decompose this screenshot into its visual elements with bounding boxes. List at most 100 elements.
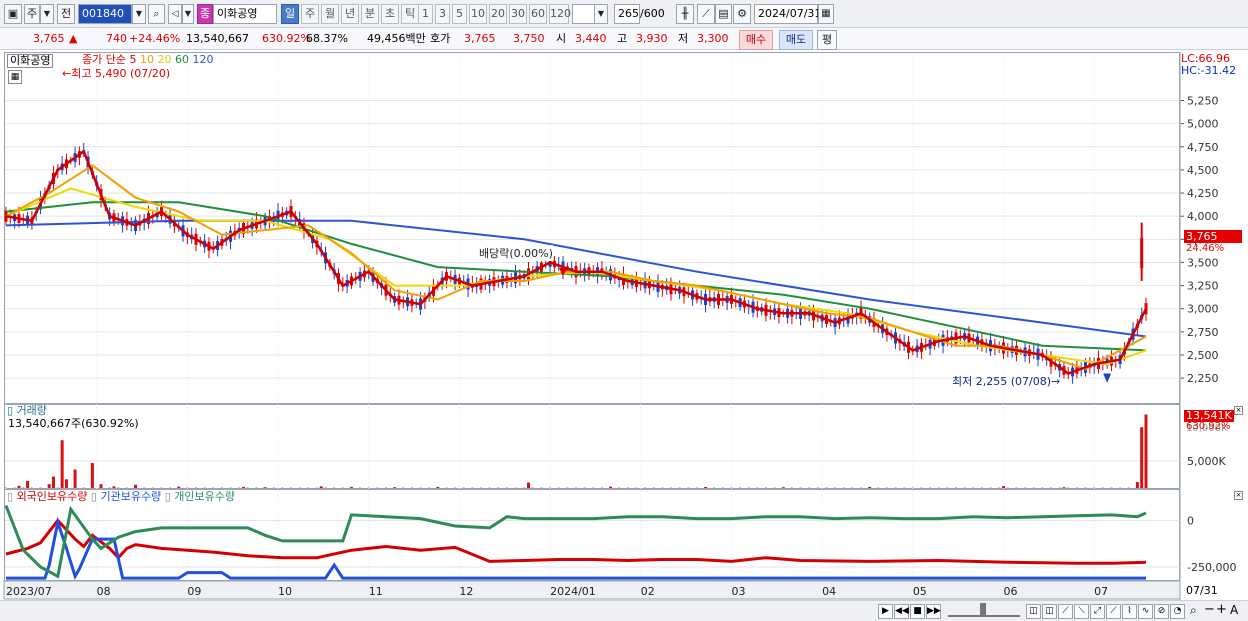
price-panel-name: 이화공영 — [7, 54, 54, 68]
hc-value: HC:-31.42 — [1181, 64, 1237, 77]
volume-bar — [52, 476, 55, 488]
holding-line-2 — [4, 505, 1147, 579]
volume-bar — [17, 485, 21, 488]
table-toggle-icon[interactable]: ▦ — [8, 70, 22, 84]
ma-120-label: 120 — [192, 53, 214, 66]
draw-tool-9-icon[interactable]: ⊘ — [1154, 604, 1169, 619]
legend-marker: ▯ — [90, 490, 97, 503]
legend-foreign: 외국인보유수량 — [16, 490, 88, 503]
legend-marker: ▯ — [164, 490, 171, 503]
volume-bar — [242, 486, 245, 488]
volume-bar — [73, 469, 77, 488]
price-tick-label: 4,500 — [1187, 164, 1219, 177]
draw-tool-8-icon[interactable]: ∿ — [1138, 604, 1153, 619]
volume-bar — [527, 482, 530, 488]
price-tick-label: 2,750 — [1187, 326, 1219, 339]
volume-bar — [1144, 414, 1148, 488]
draw-tool-1-icon[interactable]: ◫ — [1026, 604, 1041, 619]
volume-bar — [868, 486, 872, 488]
volume-bar — [781, 487, 785, 488]
volume-bar — [99, 484, 103, 488]
legend-individual: 개인보유수량 — [174, 490, 235, 503]
draw-tool-5-icon[interactable]: ⤢ — [1090, 604, 1105, 619]
volume-bar — [349, 486, 353, 488]
draw-tool-3-icon[interactable]: ⟋ — [1058, 604, 1073, 619]
x-tick-label: 05 — [913, 585, 927, 598]
volume-bar — [263, 487, 267, 488]
draw-tool-10-icon[interactable]: ◔ — [1170, 604, 1185, 619]
zoom-search-icon[interactable]: ⌕ — [1190, 603, 1197, 618]
x-tick-label: 12 — [459, 585, 473, 598]
volume-bar — [64, 479, 68, 488]
volume-bar — [47, 484, 51, 488]
draw-tool-6-icon[interactable]: ⟋ — [1106, 604, 1121, 619]
price-tick-label: 2,250 — [1187, 372, 1219, 385]
x-tick-label: 02 — [641, 585, 655, 598]
legend-institution: 기관보유수량 — [100, 490, 162, 503]
x-tick-label: 03 — [731, 585, 745, 598]
volume-bar — [609, 486, 613, 488]
price-tick-label: 4,000 — [1187, 210, 1219, 223]
volume-bar — [1062, 487, 1066, 488]
price-tick-label: 3,500 — [1187, 256, 1219, 269]
stop-icon[interactable]: ■ — [910, 604, 925, 619]
x-tick-label: 04 — [822, 585, 836, 598]
x-tick-label: 10 — [278, 585, 292, 598]
x-tick-label: 06 — [1004, 585, 1018, 598]
volume-bar — [393, 487, 397, 488]
x-tick-label: 08 — [97, 585, 111, 598]
high-note: ←최고 5,490 (07/20) — [62, 67, 171, 80]
volume-bar — [436, 486, 440, 488]
x-tick-label: 07 — [1094, 585, 1108, 598]
chart-window: ▣ 주 ▼ 전 001840 ▼ ⌕ ◁ ▼ 종 이화공영 일주월년분초틱135… — [0, 0, 1248, 621]
name-tag: 이화공영 — [10, 54, 51, 67]
volume-title: ▯ 거래량 — [7, 404, 47, 417]
price-tick-label: 3,000 — [1187, 303, 1219, 316]
volume-close-icon[interactable]: × — [1234, 406, 1243, 415]
volume-bar — [319, 486, 323, 488]
price-tick-label: 3,250 — [1187, 280, 1219, 293]
x-tick-label: 09 — [187, 585, 201, 598]
scroll-end-icon[interactable]: ▶▶ — [926, 604, 941, 619]
zoom-out-icon[interactable]: − — [1204, 602, 1215, 617]
low-note: 최저 2,255 (07/08)→ — [952, 375, 1061, 388]
holding-tick-label: -250,000 — [1187, 561, 1236, 574]
volume-bar — [26, 480, 30, 488]
volume-bar — [134, 484, 138, 488]
x-tick-label: 2024/01 — [550, 585, 596, 598]
draw-tool-4-icon[interactable]: ⟍ — [1074, 604, 1089, 619]
volume-bar — [1135, 482, 1139, 488]
ma-60-label: 60 — [174, 53, 189, 66]
volume-bar — [704, 486, 708, 488]
volume-tick-label: 5,000K — [1187, 455, 1226, 468]
volume-value-text: 13,540,667주(630.92%) — [8, 417, 139, 430]
legend-marker: ▯ — [7, 490, 14, 503]
draw-tool-7-icon[interactable]: ⌇ — [1122, 604, 1137, 619]
x-tick-label: 2023/07 — [6, 585, 52, 598]
volume-bar — [177, 486, 181, 488]
draw-tool-2-icon[interactable]: ◫ — [1042, 604, 1057, 619]
bottom-bar: ▶ ◀◀ ■ ▶▶ ◫ ◫ ⟋ ⟍ ⤢ ⟋ ⌇ ∿ ⊘ ◔ ⌕ − + A — [0, 600, 1248, 621]
price-tick-label: 4,250 — [1187, 187, 1219, 200]
last-volume-pct: 630.92% — [1186, 421, 1231, 432]
last-candle-body — [1140, 237, 1144, 268]
zoom-in-icon[interactable]: + — [1216, 602, 1227, 617]
high-note-text: 최고 5,490 (07/20) — [71, 67, 171, 80]
x-tick-label: 11 — [369, 585, 383, 598]
zoom-slider-handle[interactable] — [980, 603, 986, 617]
price-tick-label: 4,750 — [1187, 141, 1219, 154]
volume-bar — [1002, 486, 1005, 488]
holding-close-icon[interactable]: × — [1234, 491, 1243, 500]
font-size-icon[interactable]: A — [1230, 603, 1238, 617]
scroll-start-icon[interactable]: ◀◀ — [894, 604, 909, 619]
price-tick-label: 2,500 — [1187, 349, 1219, 362]
chart-canvas[interactable]: 2,2502,5002,7503,0003,2503,5003,7504,000… — [0, 0, 1248, 621]
volume-bar — [90, 463, 94, 488]
volume-title-text: 거래량 — [16, 404, 47, 417]
holding-tick-label: 0 — [1187, 514, 1194, 527]
last-price-tag: 3,765 — [1184, 230, 1242, 243]
low-note-text: 최저 2,255 (07/08) — [952, 375, 1052, 388]
price-tick-label: 5,250 — [1187, 95, 1219, 108]
last-price-pct: 24.46% — [1186, 243, 1225, 254]
scroll-right-icon[interactable]: ▶ — [878, 604, 893, 619]
